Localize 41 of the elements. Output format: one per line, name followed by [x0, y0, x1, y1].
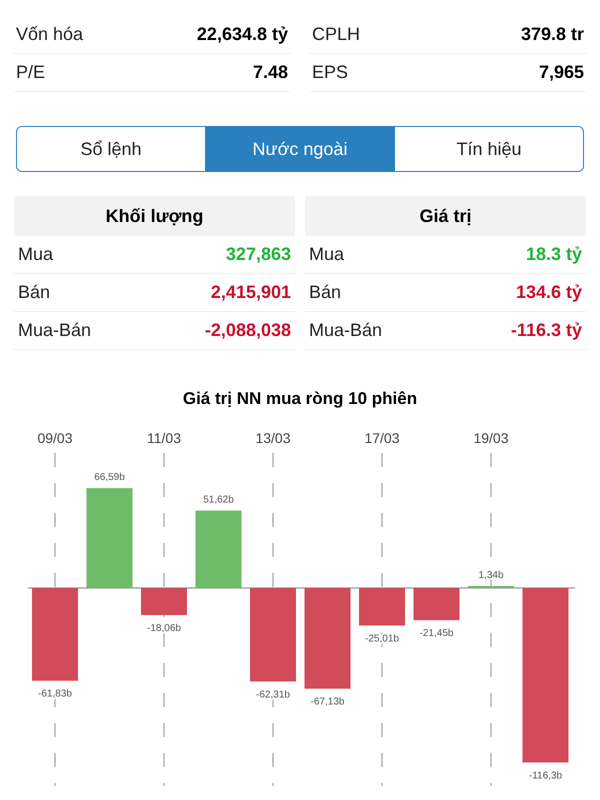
row-label: Mua-Bán — [309, 319, 382, 342]
column-header: Giá trị — [305, 196, 586, 236]
tab[interactable]: Tín hiệu — [394, 127, 583, 171]
stat-label: EPS — [312, 61, 348, 84]
stat-value: 22,634.8 tỷ — [196, 23, 288, 46]
row-label: Bán — [309, 281, 342, 304]
x-axis-label: 17/03 — [364, 430, 400, 446]
row-label: Mua — [18, 243, 54, 266]
row-value: 2,415,901 — [210, 281, 291, 304]
data-label: 66,59b — [94, 472, 125, 483]
bar — [414, 588, 460, 620]
row-value: -2,088,038 — [204, 319, 291, 342]
row-value: -116.3 tỷ — [510, 319, 582, 342]
bar — [141, 588, 187, 615]
tab[interactable]: Nước ngoài — [205, 127, 394, 171]
row-value: 327,863 — [226, 243, 291, 266]
chart-title: Giá trị NN mua ròng 10 phiên — [182, 388, 418, 410]
row-value: 18.3 tỷ — [526, 243, 582, 266]
data-label: -116,3b — [528, 770, 562, 781]
x-axis-label: 09/03 — [37, 430, 73, 446]
data-label: 51,62b — [203, 494, 234, 506]
data-label: -21,45b — [420, 628, 454, 639]
data-label: -61,83b — [38, 688, 72, 700]
row-label: Bán — [18, 281, 50, 304]
stat-value: 379.8 tr — [520, 23, 584, 46]
x-axis-label: 13/03 — [255, 430, 291, 446]
data-label: -18,06b — [147, 622, 181, 634]
stat-value: 7.48 — [252, 61, 288, 84]
stat-value: 7,965 — [538, 61, 584, 84]
row-value: 134.6 tỷ — [516, 281, 582, 304]
column-header: Khối lượng — [14, 196, 295, 236]
row-label: Mua-Bán — [18, 319, 92, 342]
data-label: -62,31b — [256, 688, 290, 700]
stat-label: CPLH — [312, 23, 360, 46]
stat-label: P/E — [16, 61, 46, 84]
data-label: -67,13b — [310, 696, 344, 708]
x-axis-label: 11/03 — [147, 430, 181, 446]
stat-label: Vốn hóa — [16, 23, 84, 46]
row-label: Mua — [309, 243, 344, 266]
x-axis-label: 19/03 — [473, 430, 509, 446]
bar — [359, 588, 405, 626]
